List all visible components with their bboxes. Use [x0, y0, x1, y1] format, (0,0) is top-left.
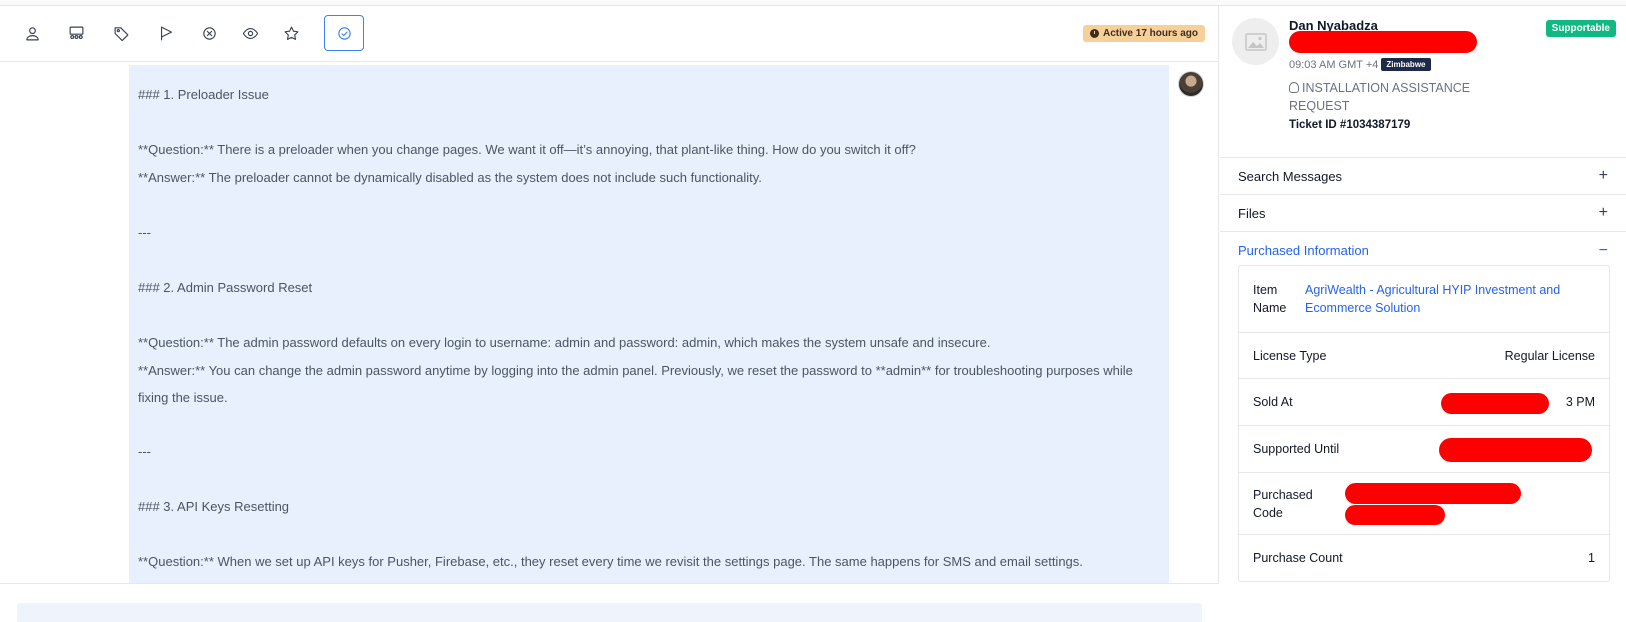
star-icon [284, 26, 298, 40]
purchase-row-sold-at: Sold At 3 PM [1239, 379, 1609, 426]
message-gap [138, 302, 1160, 329]
message-line: **Question:** The admin password default… [138, 335, 991, 350]
team-button[interactable] [56, 15, 96, 51]
user-icon [25, 26, 39, 40]
redaction-mark [1345, 505, 1445, 525]
close-ticket-button[interactable] [189, 15, 229, 51]
message-gap [138, 466, 1160, 493]
redaction-mark [1441, 393, 1549, 414]
message-gap [138, 521, 1160, 548]
supported-until-label: Supported Until [1253, 442, 1340, 456]
flag-icon [160, 26, 172, 40]
item-name-label: Item Name [1253, 283, 1287, 315]
accordion-files[interactable]: Files + [1220, 195, 1626, 232]
resolve-button[interactable] [324, 15, 364, 51]
tag-icon [114, 26, 128, 41]
purchased-code-label: Purchased Code [1253, 487, 1313, 520]
minus-icon: − [1598, 241, 1608, 259]
message-line: **Question:** When we set up API keys fo… [138, 554, 1083, 569]
message-line: ### 3. API Keys Resetting [138, 499, 290, 514]
ticket-category: INSTALLATION ASSISTANCE REQUEST [1289, 81, 1471, 113]
check-circle-icon [337, 26, 351, 40]
sold-at-value: 3 PM [1565, 395, 1595, 409]
clock-icon [1089, 29, 1099, 38]
close-circle-icon [202, 26, 216, 40]
customer-profile: Dan Nyabadza 09:03 AM GMT +4 Zimbabwe IN… [1220, 6, 1626, 158]
accordion-search-messages[interactable]: Search Messages + [1220, 158, 1626, 195]
sender-avatar [1178, 71, 1204, 97]
star-button[interactable] [271, 15, 311, 51]
purchase-count-label: Purchase Count [1253, 551, 1343, 565]
sold-at-label: Sold At [1253, 395, 1293, 409]
item-name-link[interactable]: AgriWealth - Agricultural HYIP Investmen… [1305, 281, 1595, 317]
ticket-toolbar: Active 17 hours ago [0, 6, 1219, 62]
purchase-row-license: License Type Regular License [1239, 333, 1609, 379]
active-status-badge: Active 17 hours ago [1082, 25, 1205, 42]
message-gap [138, 192, 1160, 219]
plus-icon: + [1598, 167, 1608, 184]
message-line: ### 2. Admin Password Reset [138, 280, 313, 295]
customer-sidebar: Dan Nyabadza 09:03 AM GMT +4 Zimbabwe IN… [1220, 6, 1626, 622]
accordion-purchased-information[interactable]: Purchased Information − [1220, 232, 1626, 269]
license-type-label: License Type [1253, 348, 1327, 363]
avatar [1232, 18, 1279, 65]
conversation-pane: Active 17 hours ago ### 1. Preloader Iss… [0, 6, 1219, 622]
customer-local-time: 09:03 AM GMT +4 Zimbabwe [1289, 58, 1431, 71]
message-line: **Answer:** The preloader cannot be dyna… [138, 170, 762, 185]
message-gap [138, 411, 1160, 438]
purchase-row-code: Purchased Code [1239, 473, 1609, 535]
image-placeholder-icon [1244, 32, 1267, 51]
purchase-row-supported-until: Supported Until [1239, 426, 1609, 473]
message-line: --- [138, 225, 151, 240]
message-line: **Answer:** You can change the admin pas… [138, 363, 1133, 405]
country-badge: Zimbabwe [1381, 58, 1431, 71]
redaction-mark [1345, 483, 1521, 504]
eye-icon [242, 27, 258, 39]
message-line: --- [138, 444, 151, 459]
message-line: ### 1. Preloader Issue [138, 87, 269, 102]
support-agent-icon [1289, 82, 1299, 93]
redaction-mark [1289, 31, 1477, 53]
purchase-row-count: Purchase Count 1 [1239, 535, 1609, 581]
group-icon [69, 26, 83, 39]
assign-user-button[interactable] [12, 15, 52, 51]
ticket-id: Ticket ID #1034387179 [1289, 119, 1411, 131]
message-gap [138, 109, 1160, 136]
flag-button[interactable] [146, 15, 186, 51]
composer-area [0, 583, 1219, 622]
plus-icon: + [1598, 204, 1608, 221]
message-bubble: ### 1. Preloader Issue **Question:** The… [129, 65, 1169, 585]
redaction-mark [1439, 438, 1592, 462]
reply-editor[interactable] [17, 603, 1202, 622]
purchase-info-table: Item Name AgriWealth - Agricultural HYIP… [1238, 265, 1610, 582]
message-list[interactable]: ### 1. Preloader Issue **Question:** The… [0, 63, 1219, 585]
purchase-count-value: 1 [1588, 551, 1595, 565]
license-type-value: Regular License [1504, 348, 1595, 363]
message-gap [138, 247, 1160, 274]
tag-button[interactable] [101, 15, 141, 51]
status-badge: Supportable [1545, 20, 1616, 37]
watch-button[interactable] [230, 15, 270, 51]
purchase-row-item: Item Name AgriWealth - Agricultural HYIP… [1239, 266, 1609, 333]
message-line: **Question:** There is a preloader when … [138, 142, 916, 157]
